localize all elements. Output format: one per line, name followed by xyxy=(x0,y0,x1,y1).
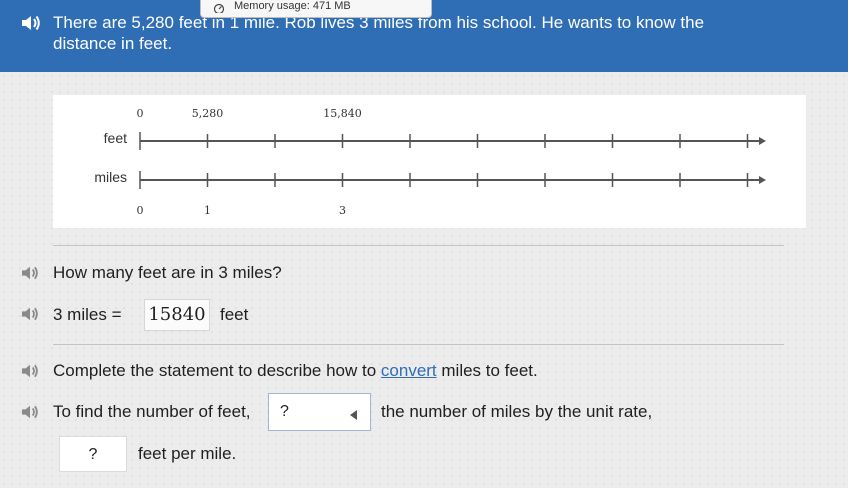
speaker-icon[interactable] xyxy=(20,265,40,281)
miles-number-line: 0 1 3 xyxy=(137,171,766,217)
feet-tick-label: 15,840 xyxy=(323,107,362,120)
memory-usage-text: Memory usage: 471 MB xyxy=(234,0,351,12)
question2-after: miles to feet. xyxy=(436,361,538,380)
feet-tick-label: 5,280 xyxy=(192,107,224,120)
feet-value-field[interactable]: 15840 xyxy=(144,299,210,331)
statement-middle-text: the number of miles by the unit rate, xyxy=(381,402,653,421)
feet-number-line: 0 5,280 15,840 xyxy=(137,107,766,150)
statement-start-text: To find the number of feet, xyxy=(53,402,251,421)
miles-tick-label: 3 xyxy=(339,204,346,217)
divider xyxy=(53,344,784,345)
speaker-icon[interactable] xyxy=(20,404,40,420)
convert-link[interactable]: convert xyxy=(381,361,437,380)
memory-usage-tooltip: Memory usage: 471 MB xyxy=(200,0,432,18)
miles-tick-label: 1 xyxy=(204,204,211,217)
operation-dropdown[interactable]: ? xyxy=(268,393,371,431)
feet-axis-label: feet xyxy=(104,130,127,146)
arrow-right-icon xyxy=(759,176,766,184)
miles-axis-label: miles xyxy=(94,169,127,185)
question2-before: Complete the statement to describe how t… xyxy=(53,361,381,380)
problem-text-line2: distance in feet. xyxy=(53,34,173,53)
arrow-right-icon xyxy=(759,137,766,145)
dropdown-value: ? xyxy=(280,403,289,420)
unit-rate-input[interactable]: ? xyxy=(59,436,127,472)
equation-left-text: 3 miles = xyxy=(53,305,122,324)
equation-unit-text: feet xyxy=(220,305,249,324)
gauge-icon xyxy=(213,3,225,16)
caret-left-icon xyxy=(350,407,358,425)
speaker-icon[interactable] xyxy=(20,363,40,379)
speaker-icon[interactable] xyxy=(20,306,40,322)
speaker-icon[interactable] xyxy=(20,14,42,32)
miles-tick-label: 0 xyxy=(137,204,144,217)
statement-end-text: feet per mile. xyxy=(138,444,237,463)
feet-tick-label: 0 xyxy=(137,107,144,120)
question1-text: How many feet are in 3 miles? xyxy=(53,263,282,282)
double-number-line: feet miles 0 5,280 15,840 0 1 3 xyxy=(53,95,806,228)
question2-text: Complete the statement to describe how t… xyxy=(53,361,538,381)
divider xyxy=(53,245,784,246)
